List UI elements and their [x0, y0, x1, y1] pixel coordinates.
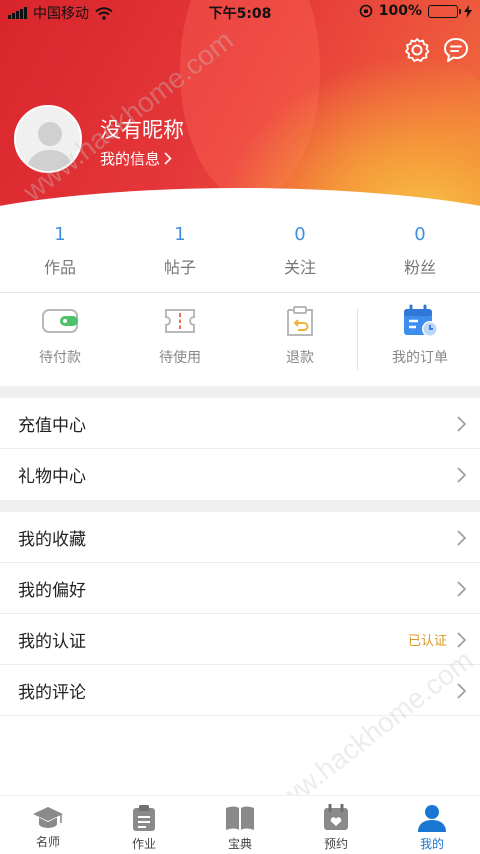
order-label: 退款 — [286, 350, 314, 366]
stat-posts[interactable]: 1 帖子 — [120, 220, 240, 292]
tab-bar: 名师 作业 宝典 预约 我的 — [0, 795, 480, 854]
stat-label: 作品 — [43, 258, 76, 277]
section-gap — [0, 386, 480, 398]
avatar[interactable] — [14, 105, 82, 173]
tab-homework[interactable]: 作业 — [96, 796, 192, 854]
battery-percent: 100% — [378, 3, 422, 19]
stat-value: 0 — [414, 224, 426, 245]
orders-separator — [357, 308, 358, 370]
menu-item-preferences[interactable]: 我的偏好 — [0, 563, 480, 614]
chevron-right-icon — [457, 529, 466, 546]
orientation-lock-icon — [359, 4, 373, 18]
status-bar: 中国移动 下午5:08 100% — [0, 0, 480, 24]
tab-appointment[interactable]: 预约 — [288, 796, 384, 854]
menu-item-label: 我的偏好 — [18, 581, 86, 601]
chevron-right-icon — [457, 580, 466, 597]
chevron-right-icon — [457, 415, 466, 432]
menu-item-comments[interactable]: 我的评论 — [0, 665, 480, 716]
battery-icon — [428, 4, 461, 18]
order-label: 待使用 — [159, 350, 201, 366]
stat-label: 关注 — [283, 258, 316, 277]
tab-label: 名师 — [35, 835, 60, 849]
nickname: 没有昵称 — [100, 118, 184, 142]
menu-item-gift-center[interactable]: 礼物中心 — [0, 449, 480, 500]
stat-label: 粉丝 — [403, 258, 436, 277]
chevron-right-icon — [164, 152, 172, 165]
tab-label: 我的 — [419, 837, 444, 851]
stat-value: 1 — [54, 224, 66, 245]
charging-icon — [464, 4, 472, 18]
tab-mine[interactable]: 我的 — [384, 796, 480, 854]
order-pending-payment[interactable]: 待付款 — [0, 303, 120, 383]
settings-icon[interactable] — [403, 36, 431, 64]
wallet-icon — [40, 303, 80, 339]
stat-value: 1 — [174, 224, 186, 245]
menu-item-label: 我的评论 — [18, 683, 86, 703]
menu-item-label: 我的收藏 — [18, 530, 86, 550]
orders-row: 待付款 待使用 退款 我的订单 — [0, 303, 480, 383]
menu-item-certification[interactable]: 我的认证 已认证 — [0, 614, 480, 665]
my-info-label: 我的信息 — [100, 150, 161, 168]
chevron-right-icon — [457, 682, 466, 699]
chevron-right-icon — [457, 631, 466, 648]
stat-value: 0 — [294, 224, 306, 245]
profile-header — [0, 0, 480, 215]
my-orders[interactable]: 我的订单 — [360, 303, 480, 383]
stat-works[interactable]: 1 作品 — [0, 220, 120, 292]
tab-label: 宝典 — [227, 837, 252, 851]
stat-fans[interactable]: 0 粉丝 — [360, 220, 480, 292]
menu-item-favorites[interactable]: 我的收藏 — [0, 512, 480, 563]
my-info-link[interactable]: 我的信息 — [100, 148, 172, 169]
stat-label: 帖子 — [163, 258, 196, 277]
tab-label: 预约 — [323, 837, 348, 851]
menu-item-label: 我的认证 — [18, 632, 86, 652]
book-icon — [226, 806, 254, 830]
graduation-cap-icon — [33, 807, 63, 828]
message-icon[interactable] — [442, 36, 470, 64]
calendar-check-icon — [324, 804, 348, 830]
order-to-use[interactable]: 待使用 — [120, 303, 240, 383]
divider — [0, 292, 480, 293]
order-refund[interactable]: 退款 — [240, 303, 360, 383]
menu-item-recharge-center[interactable]: 充值中心 — [0, 398, 480, 449]
order-label: 我的订单 — [392, 350, 448, 366]
ticket-icon — [160, 303, 200, 339]
menu-item-label: 充值中心 — [18, 416, 86, 436]
chevron-right-icon — [457, 466, 466, 483]
user-icon — [418, 805, 446, 832]
calendar-order-icon — [400, 303, 440, 339]
verified-badge: 已认证 — [407, 634, 447, 649]
clipboard-icon — [133, 805, 155, 831]
section-gap — [0, 500, 480, 512]
tab-teachers[interactable]: 名师 — [0, 796, 96, 854]
menu-item-label: 礼物中心 — [18, 467, 86, 487]
stats-row: 1 作品 1 帖子 0 关注 0 粉丝 — [0, 220, 480, 292]
tab-label: 作业 — [131, 837, 156, 851]
tab-handbook[interactable]: 宝典 — [192, 796, 288, 854]
order-label: 待付款 — [39, 350, 81, 366]
refund-icon — [280, 303, 320, 339]
stat-following[interactable]: 0 关注 — [240, 220, 360, 292]
